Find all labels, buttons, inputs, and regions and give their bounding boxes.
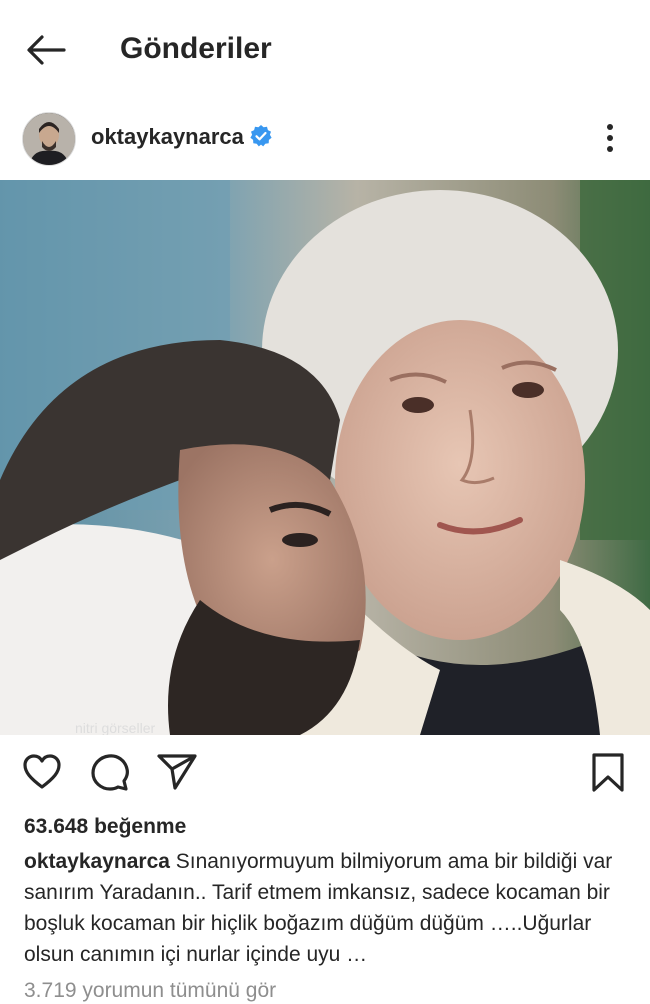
post-actions <box>0 750 650 802</box>
avatar[interactable] <box>22 112 76 166</box>
photo-watermark: nitri görseller <box>75 720 155 735</box>
top-bar: Gönderiler <box>0 0 650 100</box>
like-button[interactable] <box>20 750 64 794</box>
post-username[interactable]: oktaykaynarca <box>91 124 244 150</box>
heart-icon <box>23 754 61 789</box>
back-button[interactable] <box>22 30 70 70</box>
arrow-left-icon <box>27 35 66 65</box>
likes-count[interactable]: 63.648 beğenme <box>24 814 186 840</box>
comment-icon <box>91 754 129 791</box>
send-icon <box>157 754 197 790</box>
verified-badge-icon <box>249 124 273 148</box>
bookmark-icon <box>592 753 624 792</box>
share-button[interactable] <box>155 750 199 794</box>
comment-button[interactable] <box>88 750 132 794</box>
save-button[interactable] <box>586 750 630 794</box>
post-header: oktaykaynarca <box>0 108 650 168</box>
view-all-comments-link[interactable]: 3.719 yorumun tümünü gör <box>24 978 276 1004</box>
more-options-button[interactable] <box>596 120 624 156</box>
post-caption: oktaykaynarca Sınanıyormuyum bilmiyorum … <box>24 846 624 970</box>
caption-username[interactable]: oktaykaynarca <box>24 850 170 873</box>
post-image[interactable]: nitri görseller <box>0 180 650 735</box>
page-title: Gönderiler <box>120 32 272 65</box>
more-vertical-icon <box>607 124 613 152</box>
